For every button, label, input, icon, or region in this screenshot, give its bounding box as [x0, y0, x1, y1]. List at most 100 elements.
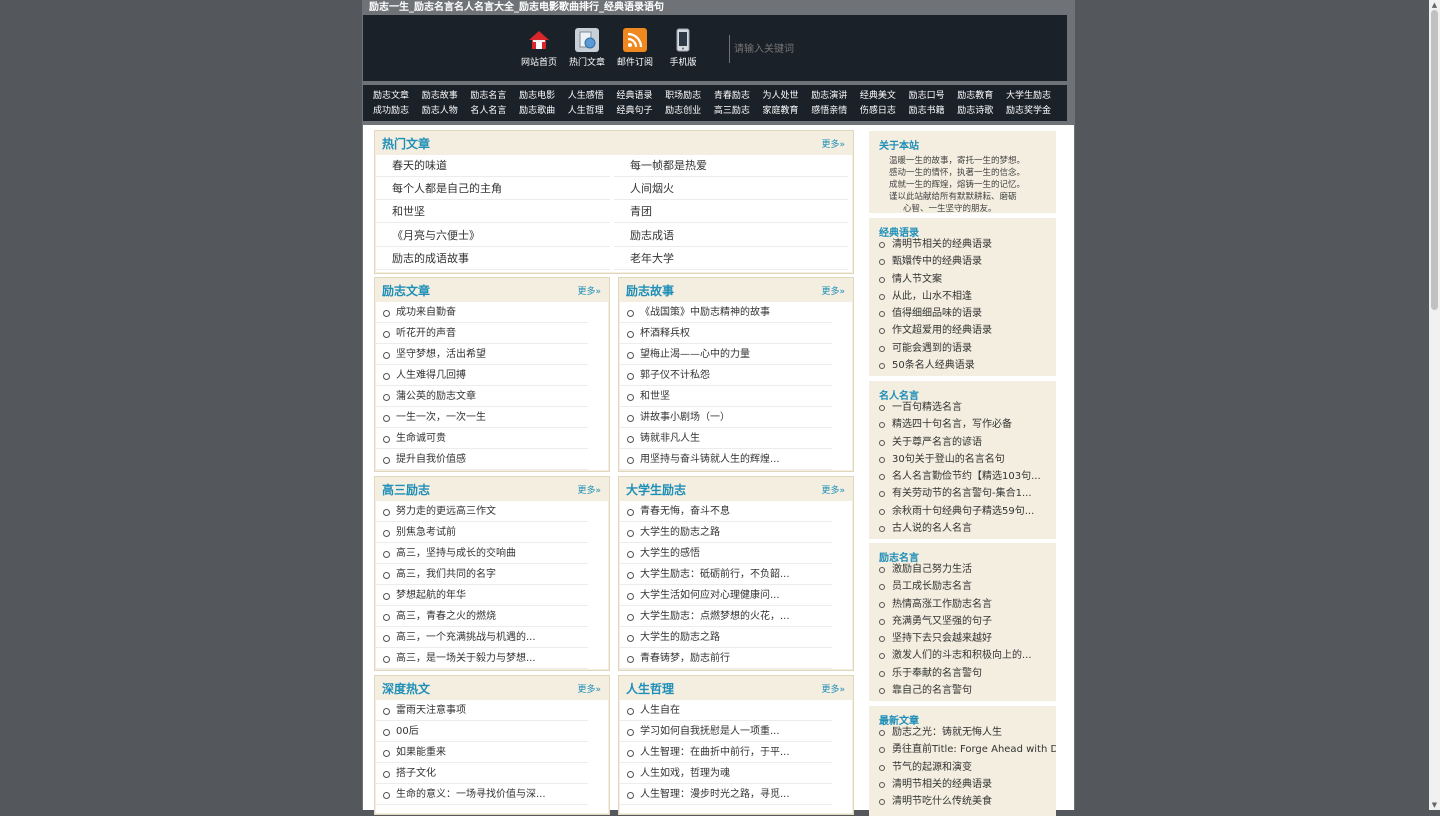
more-link[interactable]: 更多» — [577, 284, 601, 297]
more-link[interactable]: 更多» — [821, 284, 845, 297]
list-item[interactable]: 望梅止渴——心中的力量 — [620, 344, 832, 365]
nav-home[interactable]: 网站首页 — [515, 28, 563, 68]
section-title[interactable]: 人生哲理 — [626, 680, 674, 697]
hot-article-link[interactable]: 青团 — [614, 201, 848, 224]
category-link[interactable]: 人生感悟 — [568, 89, 617, 104]
sidebar-list-item[interactable]: 30句关于登山的名言名句 — [869, 451, 1056, 468]
sidebar-list-item[interactable]: 清明节吃什么传统美食 — [869, 793, 1056, 810]
hot-article-link[interactable]: 《月亮与六便士》 — [376, 225, 610, 247]
list-item[interactable]: 人生智理：漫步时光之路，寻觅... — [620, 784, 832, 805]
list-item[interactable]: 大学生的励志之路 — [620, 522, 832, 543]
category-link[interactable]: 为人处世 — [763, 89, 812, 104]
more-link[interactable]: 更多» — [577, 682, 601, 695]
list-item[interactable]: 成功来自勤奋 — [376, 302, 588, 323]
scroll-down-icon[interactable]: ▼ — [1429, 800, 1440, 810]
sidebar-list-item[interactable]: 乐于奉献的名言警句 — [869, 665, 1056, 682]
sidebar-list-item[interactable]: 节气的起源和演变 — [869, 759, 1056, 776]
list-item[interactable]: 大学生励志：砥砺前行，不负韶... — [620, 564, 832, 585]
sidebar-list-item[interactable]: 从此，山水不相逢 — [869, 288, 1056, 305]
more-link[interactable]: 更多» — [577, 483, 601, 496]
sidebar-list-item[interactable]: 有关劳动节的名言警句-集合1... — [869, 485, 1056, 502]
list-item[interactable]: 00后 — [376, 721, 588, 742]
list-item[interactable]: 别焦急考试前 — [376, 522, 588, 543]
sidebar-list-item[interactable]: 员工成长励志名言 — [869, 578, 1056, 595]
category-link[interactable]: 职场励志 — [665, 89, 714, 104]
category-link[interactable]: 励志人物 — [422, 104, 471, 119]
sidebar-list-item[interactable]: 勇往直前Title: Forge Ahead with Determinatio… — [869, 741, 1056, 758]
sidebar-list-item[interactable]: 名人名言勤俭节约【精选103句... — [869, 468, 1056, 485]
hot-article-link[interactable]: 励志成语 — [614, 225, 848, 247]
list-item[interactable]: 生命的意义：一场寻找价值与深... — [376, 784, 588, 805]
list-item[interactable]: 杯酒释兵权 — [620, 323, 832, 344]
nav-hot[interactable]: 热门文章 — [563, 28, 611, 68]
list-item[interactable]: 一生一次，一次一生 — [376, 407, 588, 428]
list-item[interactable]: 坚守梦想，活出希望 — [376, 344, 588, 365]
list-item[interactable]: 高三，是一场关于毅力与梦想... — [376, 648, 588, 669]
section-title[interactable]: 励志文章 — [382, 282, 430, 299]
category-link[interactable]: 感悟亲情 — [811, 104, 860, 119]
category-link[interactable]: 名人名言 — [470, 104, 519, 119]
sidebar-list-item[interactable]: 励志之光：铸就无悔人生 — [869, 724, 1056, 741]
list-item[interactable]: 如果能重来 — [376, 742, 588, 763]
sidebar-list-item[interactable]: 清明节相关的经典语录 — [869, 236, 1056, 253]
list-item[interactable]: 用坚持与奋斗铸就人生的辉煌... — [620, 449, 832, 470]
list-item[interactable]: 搭子文化 — [376, 763, 588, 784]
list-item[interactable]: 大学生的励志之路 — [620, 627, 832, 648]
category-link[interactable]: 励志歌曲 — [519, 104, 568, 119]
sidebar-list-item[interactable]: 值得细细品味的语录 — [869, 305, 1056, 322]
category-link[interactable]: 励志创业 — [665, 104, 714, 119]
list-item[interactable]: 铸就非凡人生 — [620, 428, 832, 449]
more-link[interactable]: 更多» — [821, 682, 845, 695]
sidebar-list-item[interactable]: 充满勇气又坚强的句子 — [869, 613, 1056, 630]
list-item[interactable]: 人生难得几回搏 — [376, 365, 588, 386]
category-link[interactable]: 励志名言 — [470, 89, 519, 104]
list-item[interactable]: 人生自在 — [620, 700, 832, 721]
category-link[interactable]: 经典句子 — [616, 104, 665, 119]
category-link[interactable]: 人生哲理 — [568, 104, 617, 119]
list-item[interactable]: 大学生励志：点燃梦想的火花，... — [620, 606, 832, 627]
category-link[interactable]: 青春励志 — [714, 89, 763, 104]
category-link[interactable]: 大学生励志 — [1006, 89, 1055, 104]
hot-article-link[interactable]: 人间烟火 — [614, 178, 848, 201]
category-link[interactable]: 励志演讲 — [811, 89, 860, 104]
list-item[interactable]: 听花开的声音 — [376, 323, 588, 344]
category-link[interactable]: 成功励志 — [373, 104, 422, 119]
list-item[interactable]: 青春铸梦，励志前行 — [620, 648, 832, 669]
list-item[interactable]: 高三，坚持与成长的交响曲 — [376, 543, 588, 564]
hot-articles-title[interactable]: 热门文章 — [382, 135, 430, 152]
nav-mobile[interactable]: 手机版 — [659, 28, 707, 68]
list-item[interactable]: 大学生的感悟 — [620, 543, 832, 564]
sidebar-list-item[interactable]: 关于尊严名言的谚语 — [869, 434, 1056, 451]
sidebar-list-item[interactable]: 余秋雨十句经典句子精选59句... — [869, 503, 1056, 520]
sidebar-list-item[interactable]: 作文超爱用的经典语录 — [869, 322, 1056, 339]
category-link[interactable]: 励志奖学金 — [1006, 104, 1055, 119]
more-link[interactable]: 更多» — [821, 483, 845, 496]
category-link[interactable]: 励志电影 — [519, 89, 568, 104]
category-link[interactable]: 励志故事 — [422, 89, 471, 104]
scrollbar-thumb[interactable] — [1431, 10, 1438, 310]
hot-article-link[interactable]: 励志的成语故事 — [376, 248, 610, 270]
category-link[interactable]: 伤感日志 — [860, 104, 909, 119]
sidebar-list-item[interactable]: 激励自己努力生活 — [869, 561, 1056, 578]
category-link[interactable]: 家庭教育 — [763, 104, 812, 119]
section-title[interactable]: 励志故事 — [626, 282, 674, 299]
more-link[interactable]: 更多» — [821, 137, 845, 150]
search-input[interactable] — [730, 35, 906, 63]
section-title[interactable]: 深度热文 — [382, 680, 430, 697]
list-item[interactable]: 蒲公英的励志文章 — [376, 386, 588, 407]
list-item[interactable]: 青春无悔，奋斗不息 — [620, 501, 832, 522]
list-item[interactable]: 大学生活如何应对心理健康问... — [620, 585, 832, 606]
section-title[interactable]: 高三励志 — [382, 481, 430, 498]
sidebar-list-item[interactable]: 可能会遇到的语录 — [869, 340, 1056, 357]
sidebar-list-item[interactable]: 甄嬛传中的经典语录 — [869, 253, 1056, 270]
sidebar-list-item[interactable]: 热情高涨工作励志名言 — [869, 596, 1056, 613]
hot-article-link[interactable]: 每个人都是自己的主角 — [376, 178, 610, 201]
sidebar-list-item[interactable]: 清明节相关的经典语录 — [869, 776, 1056, 793]
list-item[interactable]: 努力走的更远高三作文 — [376, 501, 588, 522]
sidebar-list-item[interactable]: 情人节文案 — [869, 271, 1056, 288]
sidebar-list-item[interactable]: 一百句精选名言 — [869, 399, 1056, 416]
sidebar-list-item[interactable]: 坚持下去只会越来越好 — [869, 630, 1056, 647]
sidebar-list-item[interactable]: 靠自己的名言警句 — [869, 682, 1056, 699]
list-item[interactable]: 郭子仪不计私怨 — [620, 365, 832, 386]
category-link[interactable]: 励志文章 — [373, 89, 422, 104]
